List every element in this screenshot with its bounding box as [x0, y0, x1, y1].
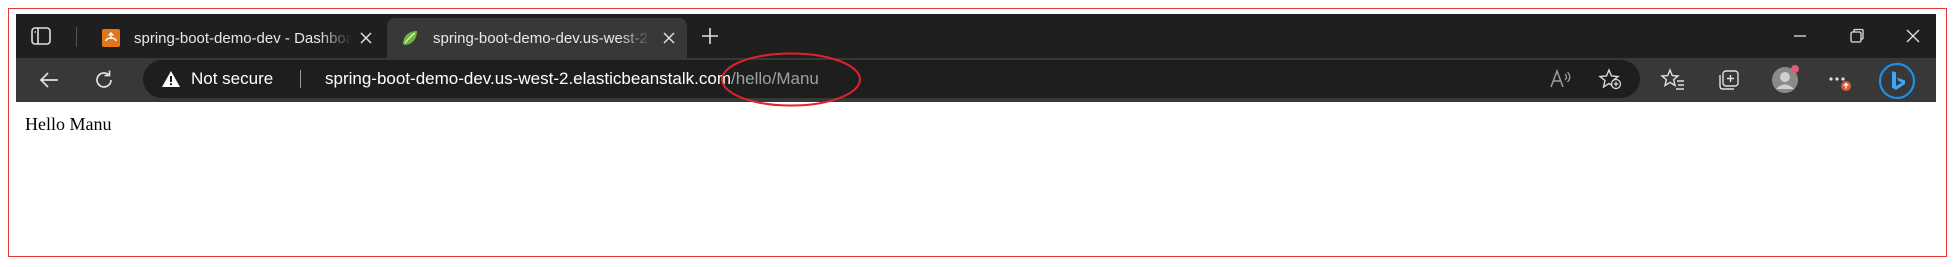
read-aloud-icon[interactable] — [1549, 68, 1573, 90]
browser-window: spring-boot-demo-dev - Dashboard spring-… — [16, 14, 1936, 102]
tab-separator — [76, 27, 77, 47]
security-status-label[interactable]: Not secure — [191, 69, 273, 89]
settings-more-icon[interactable] — [1826, 67, 1852, 93]
refresh-icon[interactable] — [91, 67, 117, 93]
url-host: spring-boot-demo-dev.us-west-2.elasticbe… — [325, 69, 731, 88]
warning-icon[interactable] — [161, 70, 181, 88]
add-favorite-icon[interactable] — [1598, 68, 1622, 90]
bing-copilot-icon[interactable] — [1878, 62, 1916, 100]
navigation-toolbar: Not secure spring-boot-demo-dev.us-west-… — [16, 58, 1936, 102]
url-text[interactable]: spring-boot-demo-dev.us-west-2.elasticbe… — [325, 69, 819, 89]
tab-title: spring-boot-demo-dev - Dashboard — [134, 30, 352, 47]
aws-elastic-beanstalk-icon — [102, 29, 120, 47]
tab-hello-manu[interactable]: spring-boot-demo-dev.us-west-2.elasticbe… — [387, 18, 687, 58]
close-tab-icon[interactable] — [358, 30, 374, 46]
new-tab-icon[interactable] — [699, 25, 721, 47]
tab-strip: spring-boot-demo-dev - Dashboard spring-… — [16, 14, 1936, 58]
address-separator — [300, 70, 301, 88]
tab-title: spring-boot-demo-dev.us-west-2.elasticbe… — [433, 30, 651, 47]
address-bar[interactable]: Not secure spring-boot-demo-dev.us-west-… — [143, 60, 1640, 98]
profile-avatar-icon[interactable] — [1770, 65, 1800, 95]
back-arrow-icon[interactable] — [37, 67, 63, 93]
close-tab-icon[interactable] — [661, 30, 677, 46]
collections-icon[interactable] — [1716, 67, 1742, 93]
close-window-icon[interactable] — [1901, 24, 1925, 48]
favorites-icon[interactable] — [1660, 67, 1686, 93]
page-body-text: Hello Manu — [25, 114, 112, 134]
restore-icon[interactable] — [1845, 24, 1869, 48]
url-path: /hello/Manu — [730, 69, 819, 88]
tab-actions-icon[interactable] — [30, 25, 52, 47]
spring-leaf-icon — [403, 31, 417, 45]
tab-dashboard[interactable]: spring-boot-demo-dev - Dashboard — [88, 18, 384, 58]
minimize-icon[interactable] — [1788, 24, 1812, 48]
